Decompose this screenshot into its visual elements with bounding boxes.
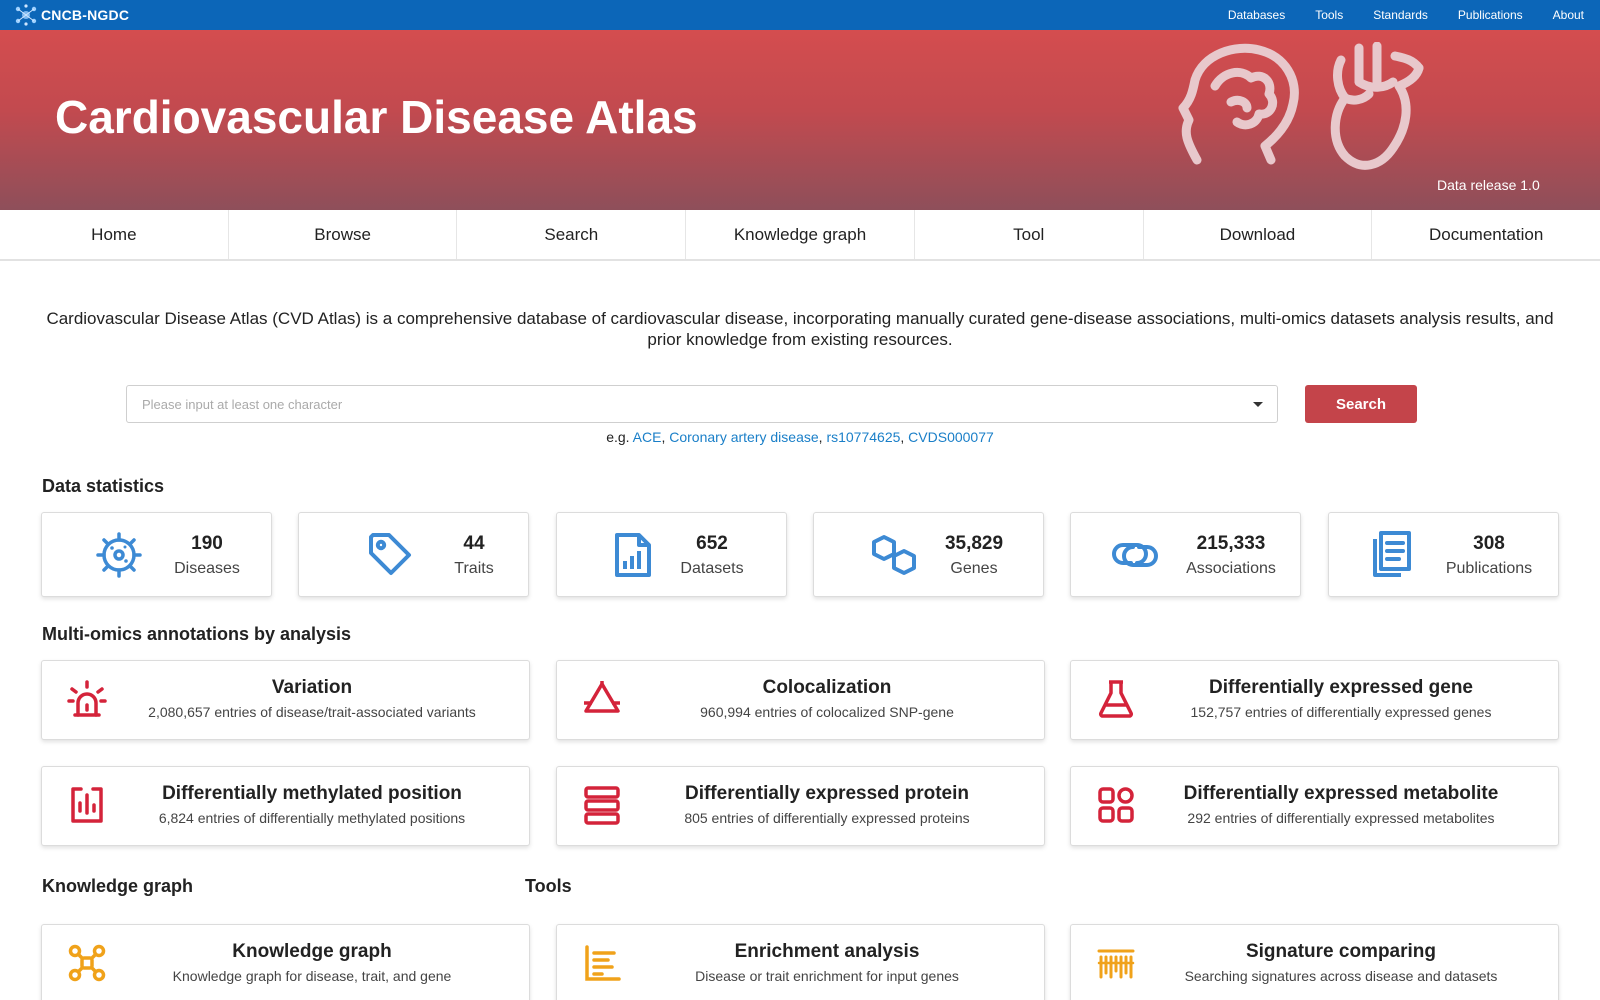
analysis-card-colocalization[interactable]: Colocalization 960,994 entries of coloca… [556,660,1045,740]
documents-icon [1373,531,1411,577]
stat-label: Publications [1445,560,1533,577]
stat-value: 652 [696,533,728,554]
file-chart-icon [615,533,651,577]
search-button[interactable]: Search [1305,385,1417,423]
top-nav-tools[interactable]: Tools [1315,8,1343,22]
analysis-desc: 960,994 entries of colocalized SNP-gene [700,704,954,720]
stat-card-publications[interactable]: 308 Publications [1328,512,1559,597]
section-multiomics: Multi-omics annotations by analysis [42,624,352,644]
example-link-cvds[interactable]: CVDS000077 [908,429,994,445]
analysis-card-dmp[interactable]: Differentially methylated position 6,824… [41,766,530,846]
top-nav-publications[interactable]: Publications [1458,8,1523,22]
grid-icon [1098,787,1134,823]
barcode-icon [1097,949,1135,979]
triangle-nodes-icon [584,681,620,713]
chevron-down-icon[interactable] [1253,402,1263,407]
tag-icon [369,533,411,575]
nav-search[interactable]: Search [457,210,687,259]
brain-icon [1178,43,1299,165]
stat-card-associations[interactable]: 215,333 Associations [1070,512,1301,597]
tool-title: Knowledge graph [232,941,392,962]
analysis-card-variation[interactable]: Variation 2,080,657 entries of disease/t… [41,660,530,740]
stat-card-genes[interactable]: 35,829 Genes [813,512,1044,597]
hexagon-link-icon [872,535,916,575]
example-link-cad[interactable]: Coronary artery disease [669,429,818,445]
cncb-logo[interactable]: CNCB-NGDC [14,4,129,26]
nav-browse[interactable]: Browse [229,210,458,259]
tool-title: Signature comparing [1245,941,1437,962]
bar-chart-icon [585,945,621,981]
stat-value: 44 [463,533,485,554]
link-icon [1112,543,1158,567]
tool-card-signature[interactable]: Signature comparing Searching signatures… [1070,924,1559,1000]
nav-documentation[interactable]: Documentation [1372,210,1600,259]
analysis-desc: 6,824 entries of differentially methylat… [158,810,466,826]
section-tools: Tools [525,876,572,896]
analysis-desc: 292 entries of differentially expressed … [1187,810,1495,826]
analysis-title: Differentially expressed gene [1209,677,1473,698]
heart-icon [1330,42,1424,170]
stat-value: 308 [1473,533,1505,554]
analysis-title: Colocalization [762,677,892,698]
stat-label: Datasets [680,560,744,577]
stat-value: 190 [191,533,223,554]
graph-nodes-icon [68,944,106,982]
top-nav-standards[interactable]: Standards [1373,8,1428,22]
section-data-statistics: Data statistics [42,476,165,496]
search-examples: e.g. ACE, Coronary artery disease, rs107… [606,429,994,445]
analysis-card-deg[interactable]: Differentially expressed gene 152,757 en… [1070,660,1559,740]
top-bar: CNCB-NGDC Databases Tools Standards Publ… [0,0,1600,30]
intro-text: Cardiovascular Disease Atlas (CVD Atlas)… [46,309,1554,349]
banner-art [1178,42,1424,170]
tool-card-knowledge-graph[interactable]: Knowledge graph Knowledge graph for dise… [41,924,530,1000]
example-link-ace[interactable]: ACE [633,429,662,445]
bar-box-icon [71,787,103,823]
banner: Cardiovascular Disease Atlas Data releas… [0,30,1600,210]
stat-value: 215,333 [1196,533,1266,554]
stat-label: Diseases [174,560,240,577]
analysis-title: Variation [271,677,353,698]
analysis-card-dem[interactable]: Differentially expressed metabolite 292 … [1070,766,1559,846]
analysis-title: Differentially expressed metabolite [1183,783,1499,804]
stat-value: 35,829 [944,533,1004,554]
nav-download[interactable]: Download [1144,210,1373,259]
tool-desc: Disease or trait enrichment for input ge… [695,968,959,984]
analysis-card-dep[interactable]: Differentially expressed protein 805 ent… [556,766,1045,846]
logo-text: CNCB-NGDC [41,7,130,23]
nav-knowledge-graph[interactable]: Knowledge graph [686,210,915,259]
nav-home[interactable]: Home [0,210,229,259]
nav-tool[interactable]: Tool [915,210,1144,259]
stat-card-datasets[interactable]: 652 Datasets [556,512,787,597]
top-nav-about[interactable]: About [1553,8,1584,22]
virus-icon [96,532,142,578]
top-nav: Databases Tools Standards Publications A… [1228,0,1600,30]
section-knowledge-graph: Knowledge graph [42,876,194,896]
search-select[interactable] [126,385,1278,423]
stat-card-traits[interactable]: 44 Traits [298,512,529,597]
analysis-title: Differentially expressed protein [684,783,970,804]
flask-icon [1099,680,1133,718]
siren-icon [67,680,107,717]
page-title: Cardiovascular Disease Atlas [55,91,698,143]
search-input[interactable] [127,386,1227,422]
data-release-label: Data release 1.0 [1437,177,1540,193]
tool-title: Enrichment analysis [734,941,920,962]
example-link-rs[interactable]: rs10774625 [826,429,900,445]
stat-label: Associations [1186,560,1276,577]
tool-desc: Searching signatures across disease and … [1184,968,1498,984]
stat-label: Genes [950,560,998,577]
top-nav-databases[interactable]: Databases [1228,8,1285,22]
stat-card-diseases[interactable]: 190 Diseases [41,512,272,597]
analysis-desc: 152,757 entries of differentially expres… [1190,704,1492,720]
analysis-title: Differentially methylated position [162,783,462,804]
tool-card-enrichment[interactable]: Enrichment analysis Disease or trait enr… [556,924,1045,1000]
stack-icon [584,786,620,825]
analysis-desc: 805 entries of differentially expressed … [684,810,970,826]
analysis-desc: 2,080,657 entries of disease/trait-assoc… [148,704,476,720]
stat-label: Traits [454,560,494,577]
examples-prefix: e.g. [606,429,630,445]
molecule-logo-icon [15,4,37,26]
main-nav: Home Browse Search Knowledge graph Tool … [0,210,1600,261]
tool-desc: Knowledge graph for disease, trait, and … [172,968,452,984]
